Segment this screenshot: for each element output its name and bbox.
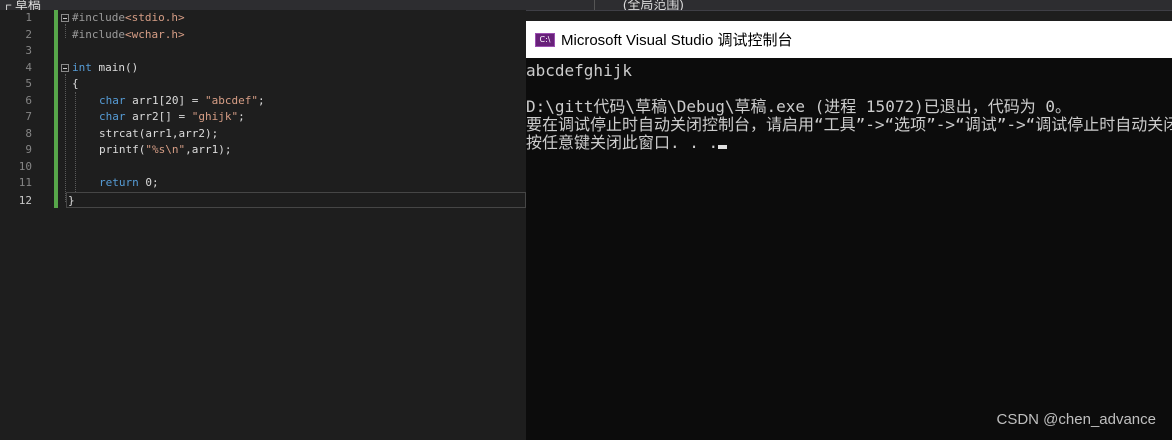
- include-header: <stdio.h>: [124, 11, 185, 24]
- console-output-line: D:\gitt代码\草稿\Debug\草稿.exe (进程 15072)已退出，…: [526, 97, 1071, 116]
- indent-guide: [75, 92, 76, 192]
- line-number: 3: [25, 44, 32, 57]
- declaration: arr2[] =: [125, 110, 192, 123]
- console-window-title: Microsoft Visual Studio 调试控制台: [561, 32, 793, 49]
- line-number: 10: [18, 159, 32, 173]
- code-line-7: char arr2[] = "ghijk";: [99, 109, 245, 126]
- function-signature: main(): [91, 60, 139, 74]
- console-output-line: abcdefghijk: [526, 61, 632, 80]
- console-prompt-text: 按任意键关闭此窗口. . .: [526, 133, 719, 152]
- text-cursor: [718, 145, 728, 149]
- code-line-11: return 0;: [99, 175, 159, 192]
- outline-guide: [65, 24, 66, 38]
- preprocessor-directive: #include: [72, 27, 125, 41]
- code-line-2: #include<wchar.h>: [72, 27, 185, 44]
- call-args: ,arr1);: [185, 143, 232, 156]
- keyword: return: [99, 176, 139, 189]
- line-number-gutter: 1 2 3 4 5 6 7 8 9 10 11 12: [0, 10, 52, 440]
- preprocessor-directive: #include: [72, 11, 125, 24]
- code-line-4: int main(): [72, 60, 138, 77]
- function-call: strcat(arr1,arr2);: [99, 126, 219, 140]
- open-brace: {: [72, 77, 79, 90]
- string-literal: "ghijk": [191, 110, 239, 123]
- line-number: 6: [25, 93, 32, 107]
- close-brace: }: [68, 194, 75, 207]
- line-number: 8: [25, 126, 32, 140]
- code-line-8: strcat(arr1,arr2);: [99, 126, 218, 143]
- code-line-1: #include<stdio.h>: [72, 10, 185, 27]
- console-app-icon: C:\: [535, 32, 555, 47]
- watermark: CSDN @chen_advance: [996, 411, 1156, 428]
- declaration: arr1[20] =: [125, 93, 205, 107]
- keyword: char: [99, 110, 126, 123]
- code-line-12: }: [68, 193, 75, 210]
- collapse-toggle-icon[interactable]: [61, 64, 69, 72]
- code-line-9: printf("%s\n",arr1);: [99, 142, 231, 159]
- change-tracking-bar: [54, 10, 58, 208]
- semicolon: ;: [238, 110, 245, 123]
- collapse-toggle-icon[interactable]: [61, 14, 69, 22]
- line-number: 11: [18, 176, 32, 189]
- semicolon: ;: [152, 176, 159, 189]
- number-literal: 0: [138, 176, 152, 189]
- line-number: 4: [25, 60, 32, 74]
- include-header: <wchar.h>: [124, 27, 185, 41]
- code-line-5: {: [72, 76, 79, 93]
- debug-console-window[interactable]: C:\ Microsoft Visual Studio 调试控制台 abcdef…: [526, 21, 1172, 440]
- keyword: char: [99, 93, 126, 107]
- code-editor[interactable]: 1 2 3 4 5 6 7 8 9 10 11 12 #include<stdi…: [0, 10, 526, 440]
- function-call: printf(: [99, 143, 146, 156]
- tab-separator: [594, 0, 595, 10]
- console-output-line: 要在调试停止时自动关闭控制台，请启用“工具”->“选项”->“调试”->“调试停…: [526, 115, 1172, 134]
- line-number-active: 12: [18, 194, 32, 207]
- string-literal: "abcdef": [204, 93, 258, 107]
- line-number: 9: [25, 143, 32, 156]
- console-output-line: 按任意键关闭此窗口. . .: [526, 133, 728, 152]
- console-output[interactable]: abcdefghijk D:\gitt代码\草稿\Debug\草稿.exe (进…: [526, 58, 1172, 440]
- scope-dropdown-fragment[interactable]: (全局范围): [623, 0, 684, 10]
- keyword: int: [72, 60, 92, 74]
- semicolon: ;: [257, 93, 265, 107]
- line-number: 2: [25, 27, 32, 41]
- code-text-area[interactable]: #include<stdio.h> #include<wchar.h> int …: [60, 10, 526, 440]
- line-number: 5: [25, 77, 32, 90]
- outline-guide: [65, 74, 66, 202]
- line-number: 1: [25, 11, 32, 24]
- string-literal: "%s\n": [145, 143, 186, 156]
- line-number: 7: [25, 110, 32, 123]
- code-line-6: char arr1[20] = "abcdef";: [99, 93, 265, 110]
- console-title-bar[interactable]: C:\ Microsoft Visual Studio 调试控制台: [526, 21, 1172, 58]
